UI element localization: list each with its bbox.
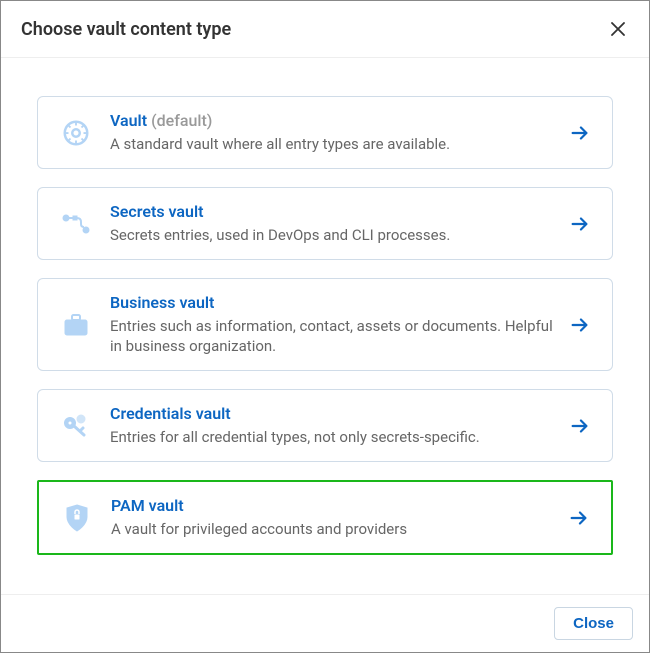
option-title: Secrets vault [110,202,558,223]
option-title: Vault (default) [110,111,558,132]
option-description: A vault for privileged accounts and prov… [111,519,557,539]
dialog-header: Choose vault content type [1,1,649,58]
arrow-right-icon [566,415,594,437]
option-text: Vault (default) A standard vault where a… [110,111,558,154]
option-text: Secrets vault Secrets entries, used in D… [110,202,558,245]
close-icon[interactable] [607,15,629,43]
option-text: Business vault Entries such as informati… [110,293,558,356]
dialog-content: Vault (default) A standard vault where a… [1,58,649,594]
option-title: Credentials vault [110,404,558,425]
option-title: PAM vault [111,496,557,517]
key-icon [56,413,96,439]
gear-outline-icon [56,118,96,148]
option-title: Business vault [110,293,558,314]
option-business-vault[interactable]: Business vault Entries such as informati… [37,278,613,371]
close-button[interactable]: Close [554,607,633,640]
arrow-right-icon [566,213,594,235]
arrow-right-icon [566,314,594,336]
option-text: PAM vault A vault for privileged account… [111,496,557,539]
option-credentials-vault[interactable]: Credentials vault Entries for all creden… [37,389,613,462]
dialog-title: Choose vault content type [21,19,231,40]
arrow-right-icon [566,122,594,144]
option-description: A standard vault where all entry types a… [110,134,558,154]
option-vault-default[interactable]: Vault (default) A standard vault where a… [37,96,613,169]
briefcase-icon [56,312,96,338]
option-description: Entries for all credential types, not on… [110,427,558,447]
option-text: Credentials vault Entries for all creden… [110,404,558,447]
option-pam-vault[interactable]: PAM vault A vault for privileged account… [37,480,613,555]
option-description: Secrets entries, used in DevOps and CLI … [110,225,558,245]
option-description: Entries such as information, contact, as… [110,316,558,357]
pipeline-icon [56,212,96,236]
dialog-footer: Close [1,594,649,652]
arrow-right-icon [565,507,593,529]
option-secrets-vault[interactable]: Secrets vault Secrets entries, used in D… [37,187,613,260]
shield-lock-icon [57,503,97,533]
